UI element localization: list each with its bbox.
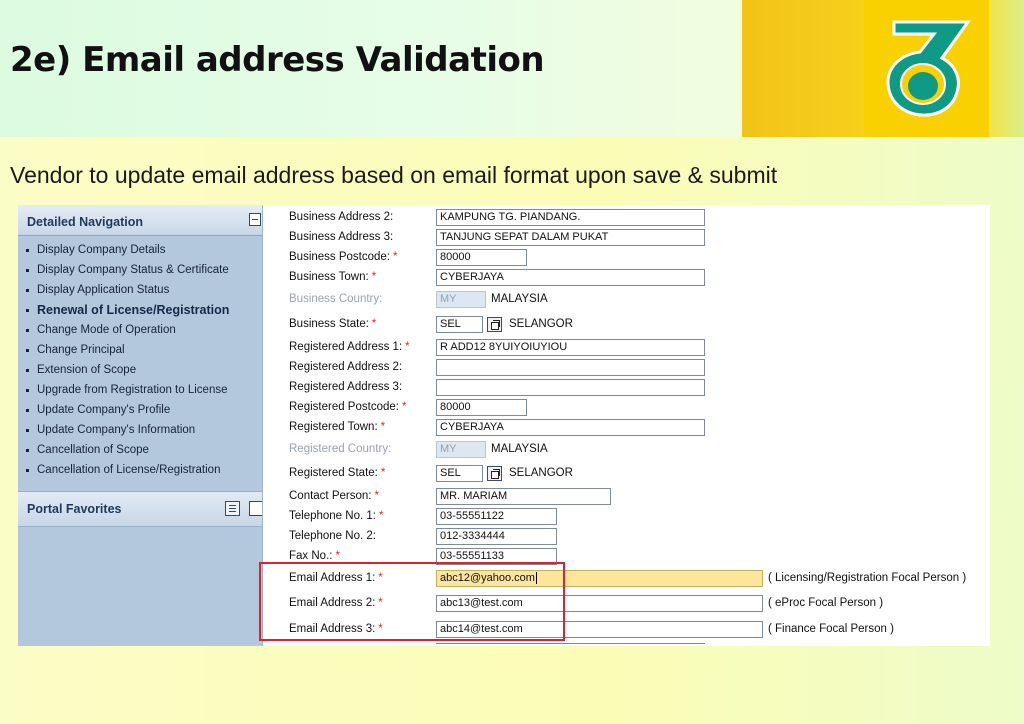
registered-country-label: Registered Country: bbox=[289, 443, 392, 455]
business-address-2-input[interactable]: KAMPUNG TG. PIANDANG. bbox=[436, 209, 705, 226]
value-help-icon[interactable] bbox=[487, 466, 502, 481]
telephone-2-input[interactable]: 012-3334444 bbox=[436, 528, 557, 545]
row-registered-address-2: Registered Address 2: bbox=[263, 358, 990, 378]
nav-item-change-principal[interactable]: Change Principal bbox=[18, 343, 262, 363]
detailed-navigation-panel: Detailed Navigation Display Company Deta… bbox=[18, 205, 263, 646]
fax-label: Fax No.: bbox=[289, 550, 333, 562]
required-mark: * bbox=[380, 421, 386, 433]
collapse-icon[interactable] bbox=[249, 213, 261, 226]
registered-town-input[interactable]: CYBERJAYA bbox=[436, 419, 705, 436]
portal-favorites-heading: Portal Favorites bbox=[27, 502, 122, 516]
registered-state-name: SELANGOR bbox=[509, 467, 573, 479]
contact-person-label: Contact Person: bbox=[289, 490, 372, 502]
row-registered-country: Registered Country: MY MALAYSIA bbox=[263, 440, 990, 460]
registered-country-code: MY bbox=[436, 441, 486, 458]
required-mark: * bbox=[393, 251, 398, 263]
required-mark: * bbox=[405, 341, 410, 353]
email-3-note: ( Finance Focal Person ) bbox=[768, 623, 894, 635]
business-address-2-label: Business Address 2: bbox=[289, 211, 394, 223]
row-business-postcode: Business Postcode: * 80000 bbox=[263, 248, 990, 268]
nav-item-application-status[interactable]: Display Application Status bbox=[18, 283, 262, 303]
business-address-3-input[interactable]: TANJUNG SEPAT DALAM PUKAT bbox=[436, 229, 705, 246]
telephone-2-label: Telephone No. 2: bbox=[289, 530, 376, 542]
email-validation-callout bbox=[259, 562, 565, 641]
telephone-1-label: Telephone No. 1: bbox=[289, 510, 376, 522]
nav-heading: Detailed Navigation bbox=[27, 215, 143, 229]
registered-address-1-label: Registered Address 1: bbox=[289, 341, 403, 353]
registered-address-2-label: Registered Address 2: bbox=[289, 361, 403, 373]
email-1-note: ( Licensing/Registration Focal Person ) bbox=[768, 572, 967, 584]
business-postcode-label: Business Postcode: bbox=[289, 251, 391, 263]
petronas-logo-icon bbox=[886, 20, 971, 117]
required-mark: * bbox=[374, 490, 379, 502]
favorites-collapse-icon[interactable] bbox=[249, 501, 262, 516]
row-business-town: Business Town: * CYBERJAYA bbox=[263, 268, 990, 288]
nav-item-company-status[interactable]: Display Company Status & Certificate bbox=[18, 263, 262, 283]
favorites-list-icon[interactable] bbox=[225, 501, 240, 516]
row-registered-town: Registered Town: * CYBERJAYA bbox=[263, 418, 990, 438]
registered-address-2-input[interactable] bbox=[436, 359, 705, 376]
required-mark: * bbox=[378, 510, 384, 522]
required-mark: * bbox=[380, 467, 386, 479]
row-business-address-2: Business Address 2: KAMPUNG TG. PIANDANG… bbox=[263, 208, 990, 228]
nav-item-change-mode[interactable]: Change Mode of Operation bbox=[18, 323, 262, 343]
email-2-note: ( eProc Focal Person ) bbox=[768, 597, 884, 609]
nav-item-cancel-scope[interactable]: Cancellation of Scope bbox=[18, 443, 262, 463]
business-address-3-label: Business Address 3: bbox=[289, 231, 394, 243]
row-telephone-1: Telephone No. 1: * 03-55551122 bbox=[263, 507, 990, 527]
business-town-label: Business Town: bbox=[289, 271, 369, 283]
business-state-input[interactable]: SEL bbox=[436, 316, 483, 333]
portal-favorites-header: Portal Favorites bbox=[18, 491, 262, 527]
slide-title: 2e) Email address Validation bbox=[10, 40, 545, 80]
registered-postcode-label: Registered Postcode: bbox=[289, 401, 399, 413]
business-postcode-input[interactable]: 80000 bbox=[436, 249, 527, 266]
nav-item-update-profile[interactable]: Update Company's Profile bbox=[18, 403, 262, 423]
registered-address-1-input[interactable]: R ADD12 8YUIYOIUYIOU bbox=[436, 339, 705, 356]
slide-subtitle: Vendor to update email address based on … bbox=[10, 162, 778, 188]
row-business-country: Business Country: MY MALAYSIA bbox=[263, 290, 990, 310]
registered-state-input[interactable]: SEL bbox=[436, 465, 483, 482]
row-contact-person: Contact Person: * MR. MARIAM bbox=[263, 487, 990, 507]
required-mark: * bbox=[401, 401, 407, 413]
value-help-icon[interactable] bbox=[487, 317, 502, 332]
nav-item-renewal[interactable]: Renewal of License/Registration bbox=[18, 303, 262, 323]
nav-item-update-information[interactable]: Update Company's Information bbox=[18, 423, 262, 443]
nav-list: Display Company Details Display Company … bbox=[18, 243, 262, 483]
registered-town-label: Registered Town: bbox=[289, 421, 378, 433]
registered-country-name: MALAYSIA bbox=[491, 443, 548, 455]
telephone-1-input[interactable]: 03-55551122 bbox=[436, 508, 557, 525]
required-mark: * bbox=[371, 318, 377, 330]
business-town-input[interactable]: CYBERJAYA bbox=[436, 269, 705, 286]
nav-item-upgrade[interactable]: Upgrade from Registration to License bbox=[18, 383, 262, 403]
row-registered-state: Registered State: * SEL SELANGOR bbox=[263, 464, 990, 484]
business-state-label: Business State: bbox=[289, 318, 369, 330]
business-country-label: Business Country: bbox=[289, 293, 383, 305]
required-mark: * bbox=[335, 550, 340, 562]
registered-state-label: Registered State: bbox=[289, 467, 378, 479]
registered-postcode-input[interactable]: 80000 bbox=[436, 399, 527, 416]
nav-item-cancel-license[interactable]: Cancellation of License/Registration bbox=[18, 463, 262, 483]
registered-address-3-input[interactable] bbox=[436, 379, 705, 396]
nav-item-extension-scope[interactable]: Extension of Scope bbox=[18, 363, 262, 383]
registered-address-3-label: Registered Address 3: bbox=[289, 381, 403, 393]
row-telephone-2: Telephone No. 2: 012-3334444 bbox=[263, 527, 990, 547]
business-country-code: MY bbox=[436, 291, 486, 308]
business-state-name: SELANGOR bbox=[509, 318, 573, 330]
nav-item-display-company-details[interactable]: Display Company Details bbox=[18, 243, 262, 263]
required-mark: * bbox=[371, 271, 377, 283]
row-business-state: Business State: * SEL SELANGOR bbox=[263, 315, 990, 335]
contact-person-input[interactable]: MR. MARIAM bbox=[436, 488, 611, 505]
row-registered-postcode: Registered Postcode: * 80000 bbox=[263, 398, 990, 418]
row-registered-address-1: Registered Address 1: * R ADD12 8YUIYOIUY… bbox=[263, 338, 990, 358]
business-country-name: MALAYSIA bbox=[491, 293, 548, 305]
row-business-address-3: Business Address 3: TANJUNG SEPAT DALAM … bbox=[263, 228, 990, 248]
nav-header: Detailed Navigation bbox=[18, 205, 262, 236]
next-field-edge bbox=[436, 643, 705, 647]
row-registered-address-3: Registered Address 3: bbox=[263, 378, 990, 398]
